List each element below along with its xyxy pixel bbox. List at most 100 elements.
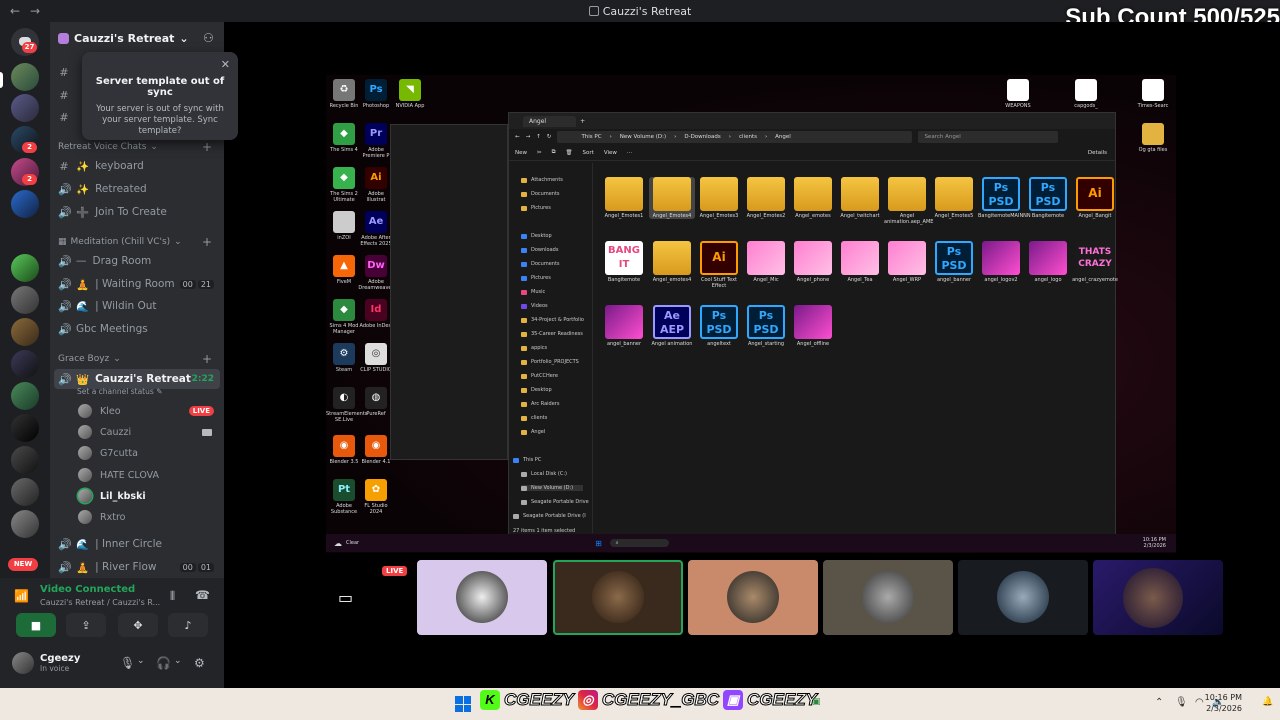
- channel-waiting[interactable]: 🔊 🧘 | Waiting Room 00 21: [58, 275, 220, 293]
- background-window[interactable]: [390, 124, 508, 460]
- nav-item[interactable]: Local Disk (C:): [521, 471, 567, 477]
- file-item[interactable]: Ps PSD angeltext: [696, 305, 742, 347]
- file-item[interactable]: Angel_WRP: [884, 241, 930, 283]
- nav-item[interactable]: Desktop: [521, 387, 552, 393]
- app-tray-icon[interactable]: ▣: [812, 697, 821, 707]
- participant-tile[interactable]: [688, 560, 818, 635]
- nav-item[interactable]: Music: [521, 289, 545, 295]
- plus-icon[interactable]: +: [202, 352, 212, 366]
- desktop-icon[interactable]: Ae Adobe After Effects 2025: [358, 211, 394, 247]
- file-item[interactable]: Angel animation.aep_AME: [884, 177, 933, 225]
- file-item[interactable]: Angel_emotes: [790, 177, 836, 219]
- address-path[interactable]: This PC › New Volume (D:) › D-Downloads › c…: [557, 131, 913, 143]
- windows-start-icon[interactable]: ⊞: [595, 539, 602, 548]
- path-segment[interactable]: This PC: [581, 134, 601, 140]
- taskbar-search[interactable]: ⌕: [609, 539, 669, 547]
- cut-icon[interactable]: ✂: [537, 150, 542, 156]
- server-icon[interactable]: [11, 190, 39, 218]
- microphone-icon[interactable]: 🎙: [1175, 697, 1188, 708]
- plus-icon[interactable]: +: [202, 140, 212, 154]
- nav-item[interactable]: New Volume (D:): [521, 485, 584, 491]
- server-icon[interactable]: [11, 478, 39, 506]
- file-item[interactable]: Angel_emotes4: [649, 241, 695, 283]
- voice-user[interactable]: Cauzzi: [78, 422, 220, 442]
- more-icon[interactable]: ···: [627, 150, 632, 156]
- nav-item[interactable]: Documents: [521, 261, 560, 267]
- soundboard-button[interactable]: ♪: [168, 613, 208, 637]
- voice-user[interactable]: Rxtro: [78, 507, 220, 527]
- path-segment[interactable]: clients: [739, 134, 757, 140]
- desktop-icon[interactable]: ◎ CLIP STUDIO: [358, 343, 394, 373]
- desktop-icon[interactable]: ⚙ Steam: [326, 343, 362, 373]
- channel-inner-circle[interactable]: 🔊 🌊 | Inner Circle: [58, 535, 220, 553]
- category-retreat[interactable]: Retreat Voice Chats ⌄ +: [58, 140, 214, 154]
- file-item[interactable]: Ae AEP Angel animation: [649, 305, 695, 347]
- chevron-down-icon[interactable]: ⌄: [174, 656, 182, 666]
- participant-tile-camera[interactable]: [1093, 560, 1223, 635]
- nav-item[interactable]: Pictures: [521, 275, 551, 281]
- disconnect-icon[interactable]: ☎: [195, 588, 210, 602]
- file-item[interactable]: Angel_Tea: [837, 241, 883, 283]
- screenshare-button[interactable]: ⇪: [66, 613, 106, 637]
- forward-icon[interactable]: →: [526, 134, 531, 140]
- desktop-icon[interactable]: Og gta files: [1135, 123, 1171, 153]
- file-item[interactable]: Ps PSD Angel_starting: [743, 305, 789, 347]
- desktop-icon[interactable]: Id Adobe InDesi: [358, 299, 394, 329]
- desktop-icon[interactable]: ◉ Blender 3.5: [326, 435, 362, 465]
- file-item[interactable]: Ai Angel_Bangit: [1072, 177, 1118, 219]
- nav-item[interactable]: Angel: [521, 429, 545, 435]
- voice-user[interactable]: Kleo LIVE: [78, 401, 220, 421]
- nav-item[interactable]: Seagate Portable Drive (I: [513, 513, 586, 519]
- server-icon[interactable]: [11, 510, 39, 538]
- nav-item[interactable]: Attachments: [521, 177, 563, 183]
- file-item[interactable]: Angel_Emotes2: [743, 177, 789, 219]
- nav-item[interactable]: Videos: [521, 303, 548, 309]
- signal-icon[interactable]: 📶: [14, 589, 29, 603]
- file-item[interactable]: Angel_Emotes5: [931, 177, 977, 219]
- channel-keyboard[interactable]: # ✨ keyboard: [58, 157, 220, 175]
- file-item[interactable]: BANG IT Bangitemote: [601, 241, 647, 283]
- server-icon[interactable]: [11, 286, 39, 314]
- desktop-icon[interactable]: inZOI: [326, 211, 362, 241]
- server-icon[interactable]: [11, 63, 39, 91]
- file-item[interactable]: Ps PSD Bangitemote: [1025, 177, 1071, 219]
- plus-icon[interactable]: +: [202, 235, 212, 249]
- category-grace-boyz[interactable]: Grace Boyz ⌄ +: [58, 352, 214, 366]
- server-icon[interactable]: [11, 254, 39, 282]
- nav-item[interactable]: Downloads: [521, 247, 558, 253]
- category-meditation[interactable]: ▦ Meditation (Chill VC's) ⌄ +: [58, 235, 214, 249]
- explorer-tab[interactable]: Angel: [523, 115, 577, 127]
- close-icon[interactable]: ✕: [221, 58, 230, 71]
- desktop-icon[interactable]: Dw Adobe Dreamweaver: [358, 255, 394, 291]
- wifi-icon[interactable]: ◠: [1195, 697, 1204, 708]
- voice-location[interactable]: Cauzzi's Retreat / Cauzzi's R...: [40, 598, 160, 607]
- desktop-icon[interactable]: ♻ Recycle Bin: [326, 79, 362, 109]
- add-user-icon[interactable]: ⚇: [203, 31, 216, 45]
- file-explorer-window[interactable]: Angel + ← → ↑ ↻ This PC › New Volume (D:) › D-…: [508, 112, 1118, 537]
- system-clock[interactable]: 10:16 PM 2/3/2026: [1205, 692, 1242, 714]
- view-button[interactable]: View: [604, 150, 617, 156]
- channel-gbc[interactable]: 🔊 Gbc Meetings: [58, 320, 220, 338]
- file-item[interactable]: angel_logov2: [978, 241, 1024, 283]
- microphone-icon[interactable]: 🎙: [120, 656, 135, 670]
- desktop-icon[interactable]: ◥ NVIDIA App: [392, 79, 428, 109]
- file-item[interactable]: Angel_Emotes1: [601, 177, 647, 219]
- channel-status[interactable]: Set a channel status ✎: [77, 387, 162, 396]
- desktop-icon[interactable]: ▲ FiveM: [326, 255, 362, 285]
- file-item[interactable]: Ps PSD angel_banner: [931, 241, 977, 283]
- server-icon[interactable]: [11, 318, 39, 346]
- server-header[interactable]: Cauzzi's Retreat ⌄ ⚇: [50, 22, 224, 54]
- channel-cauzzis-retreat[interactable]: 🔊 👑 Cauzzi's Retreat 2:22: [54, 369, 220, 389]
- server-icon[interactable]: [11, 94, 39, 122]
- channel-drag[interactable]: 🔊 — Drag Room: [58, 252, 220, 270]
- user-panel[interactable]: Cgeezy In voice: [12, 652, 80, 674]
- server-icon[interactable]: [11, 382, 39, 410]
- channel-join[interactable]: 🔊 ➕ Join To Create: [58, 203, 220, 221]
- template-sync-popup[interactable]: ✕ Server template out of sync Your serve…: [82, 52, 238, 140]
- desktop-icon[interactable]: Pr Adobe Premiere P: [358, 123, 394, 159]
- back-icon[interactable]: ←: [515, 134, 520, 140]
- voice-user[interactable]: G7cutta: [78, 443, 220, 463]
- desktop-icon[interactable]: ◆ The Sims 2 Ultimate: [326, 167, 362, 203]
- copy-icon[interactable]: ⧉: [552, 149, 556, 156]
- channel-wildin[interactable]: 🔊 🌊 | Wildin Out: [58, 297, 220, 315]
